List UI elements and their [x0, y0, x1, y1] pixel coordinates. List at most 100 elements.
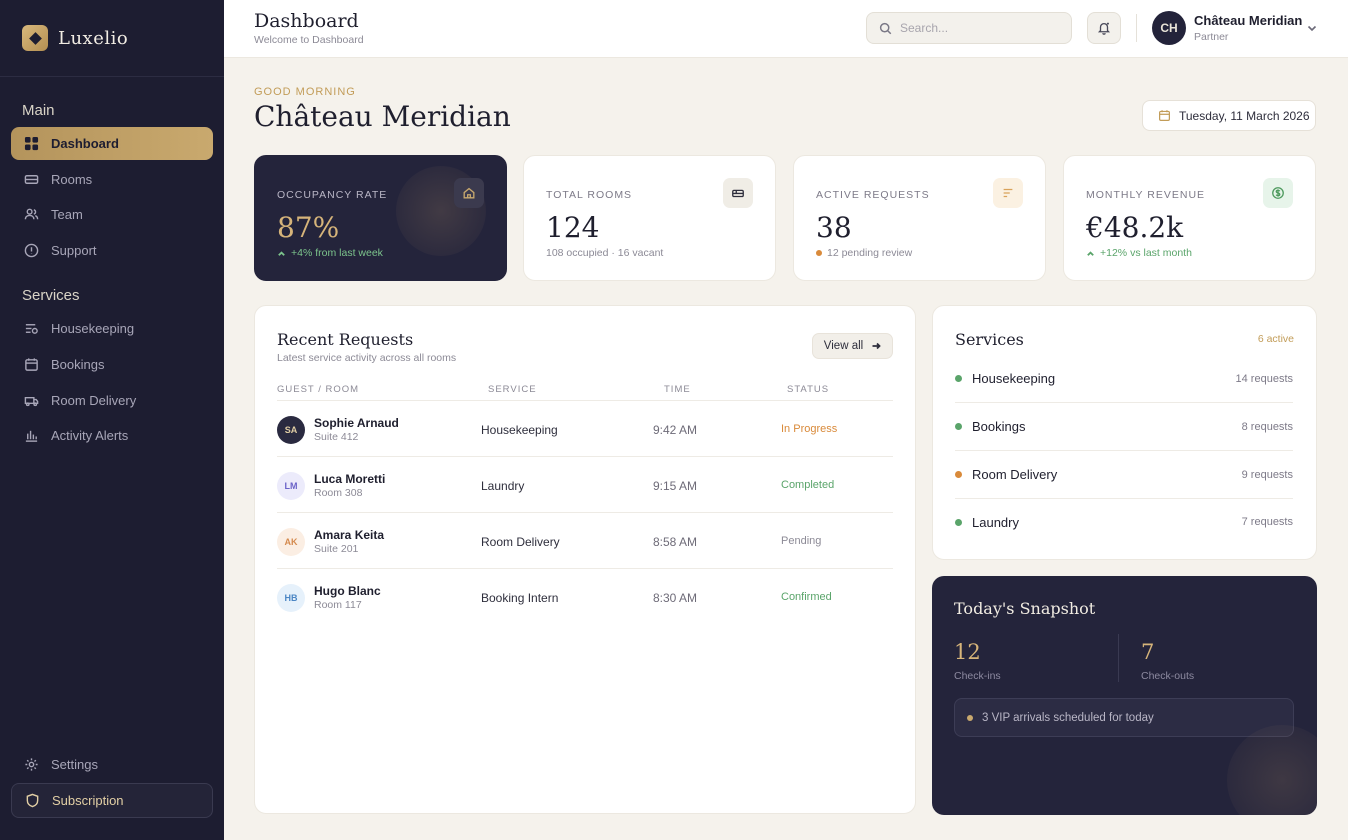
table-row[interactable]: HB Hugo Blanc Room 117 Booking Intern 8:…	[277, 568, 893, 624]
status-badge: Completed	[781, 479, 835, 491]
notifications-button[interactable]	[1087, 12, 1121, 44]
column-header: SERVICE	[488, 384, 537, 395]
panel-title: Services	[955, 330, 1024, 349]
chevron-up-icon	[1087, 250, 1094, 256]
top-header: Dashboard Welcome to Dashboard CH Châtea…	[224, 0, 1348, 58]
stat-value: 38	[816, 211, 852, 244]
stat-value: 124	[546, 211, 600, 244]
date-display[interactable]: Tuesday, 11 March 2026	[1142, 100, 1316, 131]
status-badge: Pending	[781, 535, 822, 547]
sidebar-item-bookings[interactable]: Bookings	[11, 348, 213, 381]
sidebar-item-label: Dashboard	[51, 136, 119, 151]
calendar-icon	[25, 358, 38, 371]
sidebar-item-settings[interactable]: Settings	[11, 748, 213, 781]
stat-note-text: +12% vs last month	[1100, 247, 1192, 259]
subscription-button[interactable]: Subscription	[11, 783, 213, 818]
sidebar-item-label: Bookings	[51, 357, 105, 372]
service-count: 9 requests	[1241, 468, 1293, 481]
section-main-label: Main	[22, 102, 55, 119]
greeting-label: GOOD MORNING	[254, 86, 356, 98]
sidebar-item-rooms[interactable]: Rooms	[11, 163, 213, 196]
guest-name: Luca Moretti	[314, 472, 386, 486]
avatar[interactable]: CH	[1152, 11, 1186, 45]
sidebar-item-label: Rooms	[51, 172, 93, 187]
search-icon	[879, 22, 892, 34]
guest-name: Sophie Arnaud	[314, 416, 399, 430]
avatar: AK	[277, 528, 305, 556]
table-row[interactable]: SA Sophie Arnaud Suite 412 Housekeeping …	[277, 400, 893, 456]
search-input[interactable]	[900, 21, 1060, 35]
bell-icon	[1097, 22, 1111, 35]
sidebar-item-label: Room Delivery	[51, 393, 137, 408]
status-dot	[955, 518, 962, 526]
sidebar-item-label: Activity Alerts	[51, 428, 129, 443]
logo-icon	[22, 25, 48, 51]
checkins-label: Check-ins	[954, 670, 1001, 682]
table-row[interactable]: LM Luca Moretti Room 308 Laundry 9:15 AM…	[277, 456, 893, 512]
checkouts-count: 7	[1141, 640, 1155, 664]
service-item[interactable]: Bookings 8 requests	[955, 403, 1293, 451]
snapshot-divider	[1118, 634, 1119, 682]
stat-label: ACTIVE REQUESTS	[816, 189, 930, 201]
guest-room: Room 308	[314, 487, 363, 499]
subscription-label: Subscription	[52, 793, 124, 808]
sidebar-item-room-delivery[interactable]: Room Delivery	[11, 384, 213, 417]
stat-value: €48.2k	[1086, 211, 1184, 244]
sidebar-item-label: Team	[51, 207, 83, 222]
users-icon	[24, 208, 39, 220]
calendar-icon	[1159, 110, 1170, 121]
table-row[interactable]: AK Amara Keita Suite 201 Room Delivery 8…	[277, 512, 893, 568]
column-header: TIME	[664, 384, 691, 395]
shield-icon	[26, 793, 39, 808]
user-role: Partner	[1194, 31, 1229, 43]
page-subtitle: Welcome to Dashboard	[254, 34, 364, 46]
service-count: 14 requests	[1235, 372, 1293, 385]
gear-icon	[25, 758, 38, 771]
panel-title: Today's Snapshot	[954, 599, 1096, 618]
bed-icon	[24, 175, 39, 184]
chevron-up-icon	[278, 250, 285, 256]
vip-text: 3 VIP arrivals scheduled for today	[982, 711, 1154, 724]
service-item[interactable]: Laundry 7 requests	[955, 498, 1293, 546]
sidebar-item-housekeeping[interactable]: Housekeeping	[11, 312, 213, 345]
sidebar-item-activity-alerts[interactable]: Activity Alerts	[11, 419, 213, 452]
cart-icon	[24, 396, 39, 407]
stat-note-text: 12 pending review	[827, 247, 913, 259]
page-title: Dashboard	[254, 10, 359, 32]
services-active-count: 6 active	[1257, 333, 1294, 345]
service-item[interactable]: Housekeeping 14 requests	[955, 355, 1293, 403]
guest-name: Amara Keita	[314, 528, 385, 542]
user-name[interactable]: Château Meridian	[1194, 13, 1302, 28]
search-box[interactable]	[866, 12, 1072, 44]
brand[interactable]: Luxelio	[0, 0, 224, 77]
service-name: Bookings	[972, 419, 1026, 434]
guest-room: Room 117	[314, 599, 362, 611]
service-item[interactable]: Room Delivery 9 requests	[955, 451, 1293, 499]
chevron-down-icon[interactable]	[1306, 22, 1318, 34]
guest-room: Suite 201	[314, 543, 359, 555]
checkouts-label: Check-outs	[1141, 670, 1195, 682]
stat-note: 108 occupied · 16 vacant	[546, 247, 664, 259]
status-dot	[955, 423, 962, 430]
sidebar-item-dashboard[interactable]: Dashboard	[11, 127, 213, 160]
status-dot	[955, 471, 962, 478]
service-name: Housekeeping	[972, 371, 1056, 386]
column-header: GUEST / ROOM	[277, 384, 360, 395]
request-time: 9:15 AM	[653, 479, 698, 493]
sidebar-item-label: Settings	[51, 757, 98, 772]
stat-note-text: +4% from last week	[291, 247, 383, 259]
sidebar-item-support[interactable]: Support	[11, 234, 213, 267]
brand-name: Luxelio	[58, 27, 129, 49]
section-services-label: Services	[22, 287, 80, 304]
vip-alert[interactable]: 3 VIP arrivals scheduled for today	[954, 698, 1294, 737]
arrow-right-icon	[872, 342, 881, 350]
sidebar: Luxelio Main Dashboard Rooms Team Suppor…	[0, 0, 224, 840]
avatar: LM	[277, 472, 305, 500]
list-icon	[993, 178, 1023, 208]
sidebar-item-team[interactable]: Team	[11, 198, 213, 231]
panel-title: Recent Requests	[277, 330, 414, 349]
view-all-button[interactable]: View all	[812, 333, 893, 359]
stat-card-occupancy: OCCUPANCY RATE 87% +4% from last week	[254, 155, 507, 281]
stat-label: MONTHLY REVENUE	[1086, 189, 1206, 201]
request-time: 8:30 AM	[653, 591, 698, 605]
